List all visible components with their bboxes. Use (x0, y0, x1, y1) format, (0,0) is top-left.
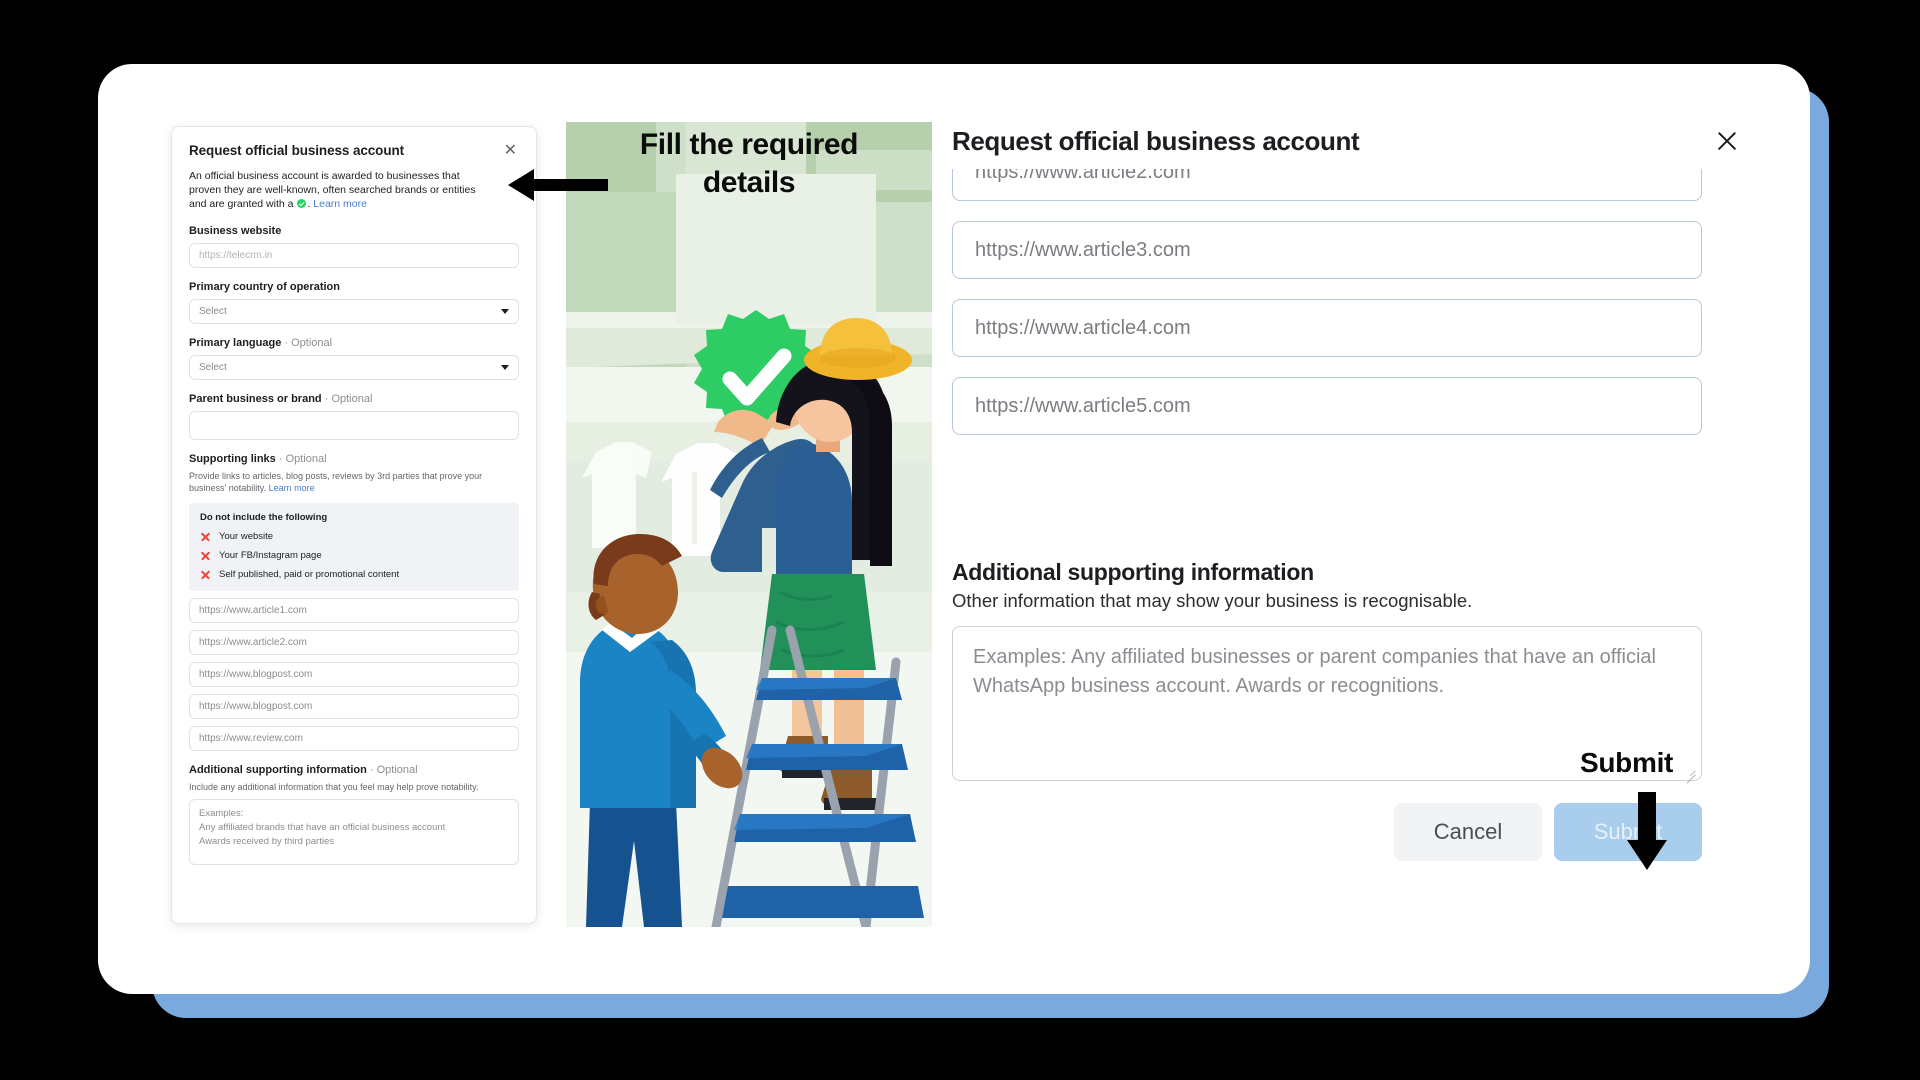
right-link-placeholder: https://www.article4.com (975, 316, 1191, 339)
left-panel-description: An official business account is awarded … (189, 170, 519, 212)
do-not-include-item: Your FB/Instagram page (200, 550, 508, 561)
cross-icon (200, 550, 211, 561)
right-link-placeholder: https://www.article2.com (975, 169, 1191, 183)
supporting-links-learn-more[interactable]: Learn more (269, 483, 315, 493)
parent-business-input[interactable] (189, 410, 519, 440)
description-line-2: proven they are well-known, often search… (189, 183, 476, 196)
business-website-input[interactable]: https://telecrm.in (189, 242, 519, 268)
supporting-links-scroll-area: https://www.article2.com https://www.art… (952, 169, 1742, 557)
additional-placeholder-line-3: Awards received by third parties (199, 835, 334, 847)
supporting-links-desc-line-2: business' notability. (189, 483, 267, 493)
supporting-link-placeholder: https://www.review.com (199, 733, 303, 745)
supporting-link-placeholder: https://www.blogpost.com (199, 669, 313, 681)
learn-more-link[interactable]: Learn more (313, 198, 367, 210)
cross-icon (200, 531, 211, 542)
supporting-links-desc-line-1: Provide links to articles, blog posts, r… (189, 470, 483, 481)
supporting-link-input-2[interactable]: https://www.article2.com (189, 630, 519, 656)
right-link-input-article2[interactable]: https://www.article2.com (952, 169, 1702, 201)
language-label: Primary language · Optional (189, 337, 519, 349)
supporting-link-placeholder: https://www.blogpost.com (199, 701, 313, 713)
left-panel-title: Request official business account (189, 143, 405, 158)
supporting-link-placeholder: https://www.article2.com (199, 637, 307, 649)
additional-info-description: Include any additional information that … (189, 782, 479, 793)
right-link-placeholder: https://www.article3.com (975, 238, 1191, 261)
language-select-value: Select (199, 361, 227, 373)
right-link-placeholder: https://www.article5.com (975, 394, 1191, 417)
chevron-down-icon (501, 364, 509, 370)
close-icon[interactable]: ✕ (502, 143, 519, 159)
do-not-include-item-label: Your FB/Instagram page (219, 550, 322, 562)
supporting-link-input-5[interactable]: https://www.review.com (189, 726, 519, 752)
language-label-text: Primary language (189, 336, 282, 349)
additional-info-label-text: Additional supporting information (189, 764, 367, 777)
illustration-svg (566, 122, 932, 927)
supporting-link-placeholder: https://www.article1.com (199, 605, 307, 617)
supporting-link-input-4[interactable]: https://www.blogpost.com (189, 694, 519, 720)
right-additional-placeholder: Examples: Any affiliated businesses or p… (973, 646, 1656, 697)
additional-info-textarea[interactable]: Examples: Any affiliated brands that hav… (189, 799, 519, 866)
left-panel-header: Request official business account ✕ (189, 143, 519, 159)
right-additional-heading: Additional supporting information (952, 559, 1314, 585)
verified-badge-icon (297, 198, 307, 208)
left-request-form-panel: Request official business account ✕ An o… (171, 126, 537, 924)
supporting-links-optional-tag: · Optional (278, 452, 327, 465)
right-dialog-title: Request official business account (952, 126, 1360, 156)
additional-info-optional-tag: · Optional (369, 764, 418, 777)
country-label: Primary country of operation (189, 280, 340, 293)
resize-handle-icon[interactable] (1684, 764, 1696, 776)
right-link-input-article5[interactable]: https://www.article5.com (952, 377, 1702, 435)
do-not-include-item-label: Your website (219, 531, 274, 543)
business-website-label: Business website (189, 224, 282, 237)
supporting-links-label: Supporting links · Optional (189, 453, 519, 465)
right-dialog-header: Request official business account (952, 126, 1742, 157)
additional-info-label: Additional supporting information · Opti… (189, 764, 519, 776)
parent-optional-tag: · Optional (324, 392, 373, 405)
do-not-include-title: Do not include the following (200, 512, 328, 524)
main-white-card: Request official business account ✕ An o… (98, 64, 1810, 994)
country-select-value: Select (199, 305, 227, 317)
right-request-dialog: Request official business account https:… (952, 126, 1742, 926)
chevron-down-icon (501, 308, 509, 314)
description-line-1: An official business account is awarded … (189, 170, 460, 182)
parent-business-label: Parent business or brand · Optional (189, 393, 519, 405)
supporting-link-input-3[interactable]: https://www.blogpost.com (189, 662, 519, 688)
additional-placeholder-line-1: Examples: (199, 808, 244, 820)
right-link-input-article3[interactable]: https://www.article3.com (952, 221, 1702, 279)
submit-callout: Submit (1580, 747, 1674, 778)
right-additional-subtext: Other information that may show your bus… (952, 590, 1473, 611)
country-select[interactable]: Select (189, 298, 519, 324)
language-select[interactable]: Select (189, 354, 519, 380)
screenshot-root: Request official business account ✕ An o… (0, 0, 1920, 1080)
dialog-action-buttons: Cancel Submit (952, 803, 1702, 861)
do-not-include-item: Your website (200, 531, 508, 542)
right-link-input-article4[interactable]: https://www.article4.com (952, 299, 1702, 357)
close-icon[interactable] (1712, 126, 1742, 156)
do-not-include-item: Self published, paid or promotional cont… (200, 569, 508, 580)
business-website-placeholder: https://telecrm.in (199, 249, 273, 261)
cross-icon (200, 569, 211, 580)
supporting-link-input-1[interactable]: https://www.article1.com (189, 598, 519, 624)
supporting-links-description: Provide links to articles, blog posts, r… (189, 470, 519, 494)
arrow-left-icon (508, 169, 608, 201)
description-line-3: and are granted with a (189, 197, 294, 210)
do-not-include-box: Do not include the following Your websit… (189, 503, 519, 592)
arrow-down-icon (1627, 792, 1667, 870)
do-not-include-item-label: Self published, paid or promotional cont… (219, 569, 400, 581)
supporting-links-label-text: Supporting links (189, 452, 276, 465)
language-optional-tag: · Optional (284, 336, 333, 349)
parent-business-label-text: Parent business or brand (189, 392, 322, 405)
cancel-button[interactable]: Cancel (1394, 803, 1542, 861)
additional-placeholder-line-2: Any affiliated brands that have an offic… (199, 822, 446, 834)
illustration-image (566, 122, 932, 927)
